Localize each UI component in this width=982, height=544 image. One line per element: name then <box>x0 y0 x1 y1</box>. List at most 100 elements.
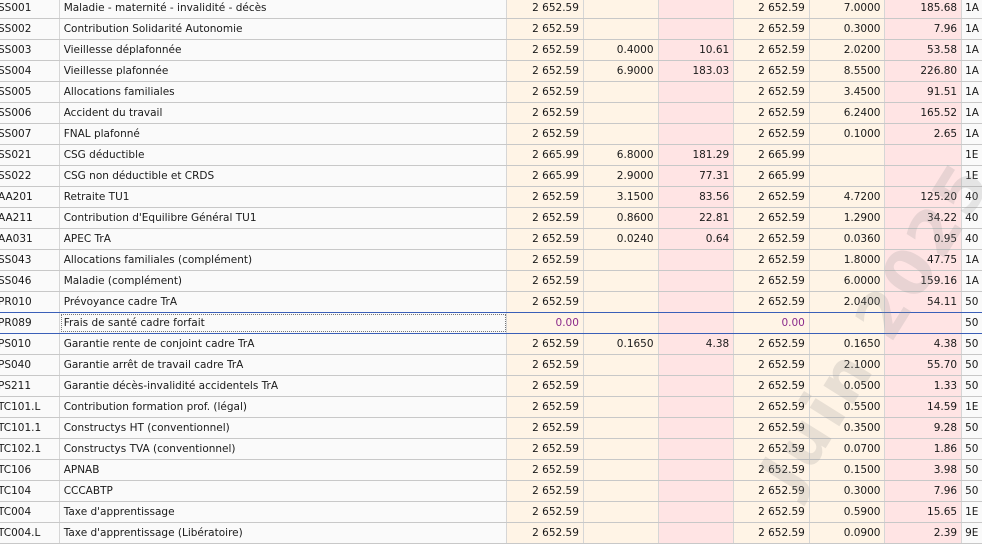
label-cell[interactable]: Garantie décès-invalidité accidentels Tr… <box>59 376 508 396</box>
employer-base-cell[interactable]: 2 665.99 <box>734 166 810 186</box>
employee-rate-cell[interactable] <box>583 523 659 543</box>
employer-base-cell[interactable]: 2 652.59 <box>734 187 810 207</box>
account-cell[interactable]: 50 <box>962 439 982 459</box>
employee-amount-cell[interactable] <box>658 19 735 39</box>
employer-base-cell[interactable]: 2 652.59 <box>734 40 810 60</box>
employee-amount-cell[interactable]: 181.29 <box>658 145 735 165</box>
account-cell[interactable]: 50 <box>962 481 982 501</box>
code-cell[interactable]: SS046 <box>0 271 60 291</box>
salary-base-cell[interactable]: 2 652.59 <box>507 229 584 249</box>
employer-rate-cell[interactable]: 0.3000 <box>809 481 886 501</box>
employer-rate-cell[interactable]: 0.3000 <box>809 19 886 39</box>
employee-amount-cell[interactable]: 10.61 <box>658 40 735 60</box>
label-cell[interactable]: CCCABTP <box>59 481 508 501</box>
salary-base-cell[interactable]: 2 652.59 <box>507 397 584 417</box>
code-cell[interactable]: TC101.1 <box>0 418 60 438</box>
employer-rate-cell[interactable] <box>809 145 886 165</box>
table-row[interactable]: TC101.L Contribution formation prof. (lég… <box>0 397 982 418</box>
employee-amount-cell[interactable]: 4.38 <box>658 334 735 354</box>
employer-amount-cell[interactable] <box>885 145 963 165</box>
employer-rate-cell[interactable]: 2.0200 <box>809 40 886 60</box>
code-cell[interactable]: SS004 <box>0 61 60 81</box>
table-row[interactable]: AA211 Contribution d'Equilibre Général TU… <box>0 208 982 229</box>
employer-rate-cell[interactable]: 0.0500 <box>809 376 886 396</box>
label-cell[interactable]: Contribution d'Equilibre Général TU1 <box>59 208 508 228</box>
label-cell[interactable]: Vieillesse déplafonnée <box>59 40 508 60</box>
employer-rate-cell[interactable]: 0.0900 <box>809 523 886 543</box>
table-row[interactable]: TC104 CCCABTP 2 652.59 2 652.59 0.3000 7.96 50 <box>0 481 982 502</box>
employer-amount-cell[interactable]: 159.16 <box>885 271 963 291</box>
account-cell[interactable]: 1A <box>962 0 982 18</box>
account-cell[interactable]: 50 <box>962 355 982 375</box>
employer-rate-cell[interactable]: 2.1000 <box>809 355 886 375</box>
employer-base-cell[interactable]: 2 665.99 <box>734 145 810 165</box>
label-cell[interactable]: APEC TrA <box>59 229 508 249</box>
employer-amount-cell[interactable]: 15.65 <box>885 502 963 522</box>
account-cell[interactable]: 1E <box>962 166 982 186</box>
employee-rate-cell[interactable] <box>583 439 659 459</box>
account-cell[interactable]: 9E <box>962 523 982 543</box>
employer-base-cell[interactable]: 2 652.59 <box>734 397 810 417</box>
salary-base-cell[interactable]: 0.00 <box>507 313 584 333</box>
salary-base-cell[interactable]: 2 652.59 <box>507 481 584 501</box>
employer-rate-cell[interactable] <box>809 166 886 186</box>
employee-amount-cell[interactable] <box>658 481 735 501</box>
employee-rate-cell[interactable] <box>583 292 659 312</box>
employer-amount-cell[interactable]: 226.80 <box>885 61 963 81</box>
table-row[interactable]: SS004 Vieillesse plafonnée 2 652.59 6.9000 1… <box>0 61 982 82</box>
employee-amount-cell[interactable] <box>658 460 735 480</box>
employer-amount-cell[interactable]: 2.65 <box>885 124 963 144</box>
employer-base-cell[interactable]: 2 652.59 <box>734 502 810 522</box>
table-row[interactable]: PS040 Garantie arrêt de travail cadre TrA… <box>0 355 982 376</box>
employer-amount-cell[interactable]: 53.58 <box>885 40 963 60</box>
employer-base-cell[interactable]: 0.00 <box>734 313 810 333</box>
account-cell[interactable]: 1A <box>962 40 982 60</box>
account-cell[interactable]: 40 <box>962 187 982 207</box>
employee-rate-cell[interactable]: 6.9000 <box>583 61 659 81</box>
employee-amount-cell[interactable] <box>658 313 735 333</box>
employer-base-cell[interactable]: 2 652.59 <box>734 418 810 438</box>
employer-amount-cell[interactable]: 1.86 <box>885 439 963 459</box>
employer-rate-cell[interactable]: 0.5900 <box>809 502 886 522</box>
table-row[interactable]: PS211 Garantie décès-invalidité accidente… <box>0 376 982 397</box>
table-row[interactable]: SS021 CSG déductible 2 665.99 6.8000 181.29 2… <box>0 145 982 166</box>
account-cell[interactable]: 50 <box>962 460 982 480</box>
label-cell[interactable]: FNAL plafonné <box>59 124 508 144</box>
employer-base-cell[interactable]: 2 652.59 <box>734 124 810 144</box>
employer-rate-cell[interactable]: 6.0000 <box>809 271 886 291</box>
salary-base-cell[interactable]: 2 652.59 <box>507 187 584 207</box>
account-cell[interactable]: 40 <box>962 208 982 228</box>
account-cell[interactable]: 1E <box>962 397 982 417</box>
employer-amount-cell[interactable]: 55.70 <box>885 355 963 375</box>
employer-amount-cell[interactable]: 1.33 <box>885 376 963 396</box>
employer-amount-cell[interactable]: 9.28 <box>885 418 963 438</box>
label-cell[interactable]: Garantie arrêt de travail cadre TrA <box>59 355 508 375</box>
employee-amount-cell[interactable] <box>658 124 735 144</box>
employee-rate-cell[interactable] <box>583 124 659 144</box>
code-cell[interactable]: SS006 <box>0 103 60 123</box>
salary-base-cell[interactable]: 2 652.59 <box>507 460 584 480</box>
employee-rate-cell[interactable] <box>583 82 659 102</box>
salary-base-cell[interactable]: 2 665.99 <box>507 166 584 186</box>
employee-rate-cell[interactable] <box>583 460 659 480</box>
code-cell[interactable]: PR089 <box>0 313 60 333</box>
salary-base-cell[interactable]: 2 665.99 <box>507 145 584 165</box>
employer-rate-cell[interactable]: 7.0000 <box>809 0 886 18</box>
code-cell[interactable]: SS007 <box>0 124 60 144</box>
salary-base-cell[interactable]: 2 652.59 <box>507 376 584 396</box>
employer-amount-cell[interactable]: 47.75 <box>885 250 963 270</box>
employer-base-cell[interactable]: 2 652.59 <box>734 439 810 459</box>
table-row[interactable]: SS001 Maladie - maternité - invalidité - … <box>0 0 982 19</box>
employer-rate-cell[interactable]: 0.1000 <box>809 124 886 144</box>
employer-base-cell[interactable]: 2 652.59 <box>734 355 810 375</box>
salary-base-cell[interactable]: 2 652.59 <box>507 334 584 354</box>
employee-rate-cell[interactable]: 0.1650 <box>583 334 659 354</box>
employer-base-cell[interactable]: 2 652.59 <box>734 334 810 354</box>
employee-rate-cell[interactable] <box>583 481 659 501</box>
employee-rate-cell[interactable] <box>583 313 659 333</box>
employee-amount-cell[interactable]: 77.31 <box>658 166 735 186</box>
code-cell[interactable]: AA031 <box>0 229 60 249</box>
label-cell[interactable]: Frais de santé cadre forfait <box>59 313 508 333</box>
employer-amount-cell[interactable]: 7.96 <box>885 481 963 501</box>
employee-amount-cell[interactable] <box>658 502 735 522</box>
